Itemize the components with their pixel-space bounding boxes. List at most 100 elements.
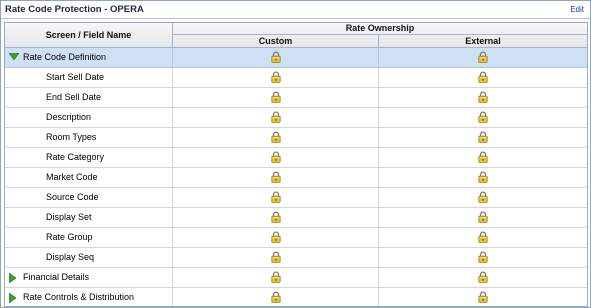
lock-icon[interactable] — [270, 91, 281, 105]
field-name-cell: Source Code — [5, 188, 173, 207]
lock-icon[interactable] — [478, 211, 488, 225]
table-row[interactable]: Rate Group — [5, 228, 587, 248]
lock-icon[interactable] — [270, 271, 281, 285]
field-name-cell: Start Sell Date — [5, 68, 173, 87]
expand-triangle-down-icon[interactable] — [8, 52, 20, 63]
lock-icon[interactable] — [270, 211, 281, 225]
external-cell[interactable] — [379, 248, 587, 267]
field-label: Room Types — [46, 132, 97, 142]
custom-cell[interactable] — [173, 228, 379, 247]
field-name-cell: Financial Details — [5, 268, 173, 287]
external-cell[interactable] — [379, 208, 587, 227]
external-cell[interactable] — [379, 68, 587, 87]
table-row[interactable]: Display Seq — [5, 248, 587, 268]
table-row[interactable]: Rate Controls & Distribution — [5, 288, 587, 306]
table-row[interactable]: Start Sell Date — [5, 68, 587, 88]
custom-cell[interactable] — [173, 68, 379, 87]
lock-icon[interactable] — [478, 271, 488, 285]
field-label: Description — [46, 112, 92, 122]
custom-cell[interactable] — [173, 168, 379, 187]
field-name-cell: Market Code — [5, 168, 173, 187]
lock-icon[interactable] — [478, 231, 488, 245]
table-row[interactable]: Rate Code Definition — [5, 48, 587, 68]
custom-cell[interactable] — [173, 128, 379, 147]
field-name-cell: Description — [5, 108, 173, 127]
custom-cell[interactable] — [173, 248, 379, 267]
field-label: Market Code — [46, 172, 98, 182]
lock-icon[interactable] — [478, 111, 488, 125]
lock-icon[interactable] — [270, 171, 281, 185]
expand-triangle-right-icon[interactable] — [8, 272, 17, 285]
field-label: Display Seq — [46, 252, 95, 262]
edit-link[interactable]: Edit — [570, 5, 584, 14]
grid-header: Screen / Field Name Rate Ownership Custo… — [5, 23, 587, 48]
external-cell[interactable] — [379, 228, 587, 247]
column-header-external[interactable]: External — [379, 35, 587, 47]
field-label: End Sell Date — [46, 92, 102, 102]
external-cell[interactable] — [379, 268, 587, 287]
lock-icon[interactable] — [270, 231, 281, 245]
column-group-rate-ownership: Rate Ownership — [173, 23, 587, 35]
field-label: Start Sell Date — [46, 72, 105, 82]
field-label: Rate Group — [46, 232, 93, 242]
lock-icon[interactable] — [478, 191, 488, 205]
field-name-cell: Display Set — [5, 208, 173, 227]
table-row[interactable]: Source Code — [5, 188, 587, 208]
external-cell[interactable] — [379, 48, 587, 67]
field-label: Rate Category — [46, 152, 105, 162]
external-cell[interactable] — [379, 128, 587, 147]
lock-icon[interactable] — [478, 71, 488, 85]
lock-icon[interactable] — [270, 131, 281, 145]
custom-cell[interactable] — [173, 188, 379, 207]
field-name-cell: Rate Controls & Distribution — [5, 288, 173, 306]
protection-grid: Screen / Field Name Rate Ownership Custo… — [4, 22, 588, 307]
table-row[interactable]: Display Set — [5, 208, 587, 228]
lock-icon[interactable] — [270, 151, 281, 165]
table-row[interactable]: Description — [5, 108, 587, 128]
panel-titlebar: Rate Code Protection - OPERA Edit — [1, 1, 590, 19]
lock-icon[interactable] — [478, 291, 488, 305]
field-name-cell: Rate Group — [5, 228, 173, 247]
external-cell[interactable] — [379, 168, 587, 187]
table-row[interactable]: End Sell Date — [5, 88, 587, 108]
expand-triangle-right-icon[interactable] — [8, 292, 17, 305]
custom-cell[interactable] — [173, 108, 379, 127]
column-header-field-name[interactable]: Screen / Field Name — [5, 23, 173, 47]
lock-icon[interactable] — [478, 251, 488, 265]
table-row[interactable]: Financial Details — [5, 268, 587, 288]
field-name-cell: Rate Category — [5, 148, 173, 167]
lock-icon[interactable] — [478, 91, 488, 105]
field-label: Rate Controls & Distribution — [23, 292, 135, 302]
lock-icon[interactable] — [478, 51, 488, 65]
external-cell[interactable] — [379, 108, 587, 127]
column-header-custom[interactable]: Custom — [173, 35, 379, 47]
lock-icon[interactable] — [478, 131, 488, 145]
lock-icon[interactable] — [270, 111, 281, 125]
lock-icon[interactable] — [270, 291, 281, 305]
rate-code-protection-panel: Rate Code Protection - OPERA Edit Screen… — [0, 0, 591, 308]
custom-cell[interactable] — [173, 268, 379, 287]
lock-icon[interactable] — [270, 251, 281, 265]
custom-cell[interactable] — [173, 148, 379, 167]
custom-cell[interactable] — [173, 48, 379, 67]
custom-cell[interactable] — [173, 88, 379, 107]
lock-icon[interactable] — [478, 151, 488, 165]
table-row[interactable]: Rate Category — [5, 148, 587, 168]
custom-cell[interactable] — [173, 208, 379, 227]
lock-icon[interactable] — [478, 171, 488, 185]
field-name-cell: Rate Code Definition — [5, 48, 173, 67]
external-cell[interactable] — [379, 88, 587, 107]
panel-title: Rate Code Protection - OPERA — [5, 4, 144, 15]
lock-icon[interactable] — [270, 71, 281, 85]
lock-icon[interactable] — [270, 51, 281, 65]
external-cell[interactable] — [379, 188, 587, 207]
lock-icon[interactable] — [270, 191, 281, 205]
field-name-cell: Display Seq — [5, 248, 173, 267]
field-name-cell: Room Types — [5, 128, 173, 147]
external-cell[interactable] — [379, 288, 587, 306]
field-label: Rate Code Definition — [23, 52, 107, 62]
external-cell[interactable] — [379, 148, 587, 167]
table-row[interactable]: Market Code — [5, 168, 587, 188]
table-row[interactable]: Room Types — [5, 128, 587, 148]
custom-cell[interactable] — [173, 288, 379, 306]
